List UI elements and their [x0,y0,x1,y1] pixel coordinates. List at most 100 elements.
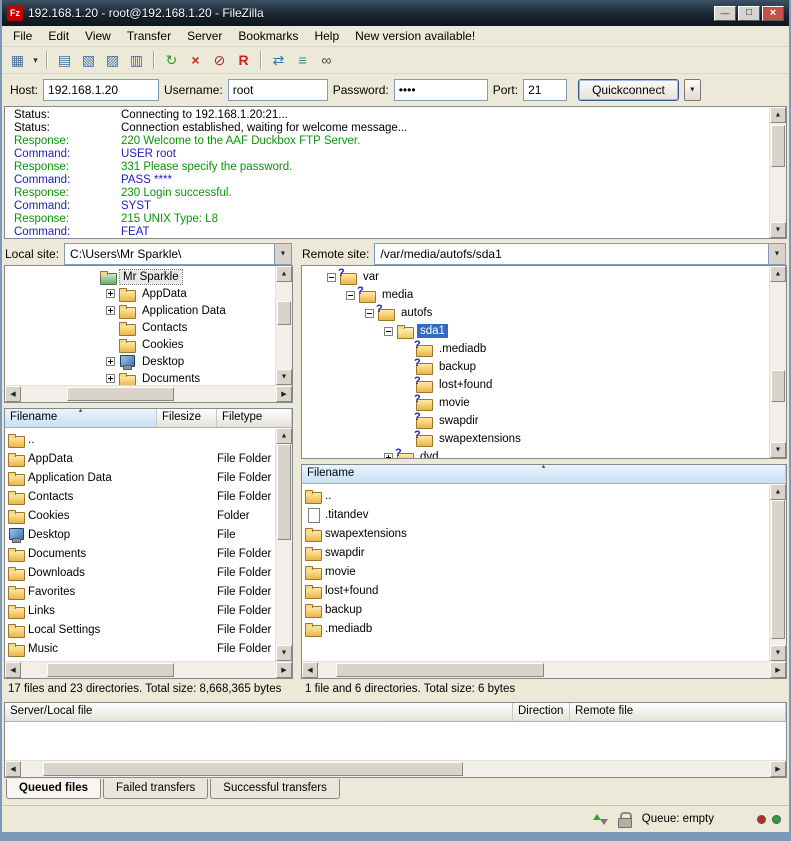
cancel-icon[interactable]: × [184,49,207,71]
minimize-button[interactable]: — [714,6,736,21]
tree-item[interactable]: Contacts [5,319,275,336]
scroll-down-icon[interactable] [770,645,786,661]
refresh-icon[interactable]: ↻ [160,49,183,71]
expand-toggle-icon[interactable] [106,289,115,298]
scroll-thumb[interactable] [47,663,175,677]
tree-item[interactable]: var [302,268,769,286]
menu-item[interactable]: Edit [40,27,77,45]
file-row[interactable]: Local Settings File Folder [5,620,275,639]
titlebar[interactable]: Fz 192.168.1.20 - root@192.168.1.20 - Fi… [2,0,789,26]
column-header-remote-file[interactable]: Remote file [570,703,786,721]
file-row[interactable]: swapextensions [302,524,769,543]
tree-item[interactable]: Desktop [5,353,275,370]
scroll-thumb[interactable] [771,125,785,167]
toggle-message-log-icon[interactable]: ▤ [53,49,76,71]
synchronized-browsing-icon[interactable]: ≡ [291,49,314,71]
scroll-left-icon[interactable] [5,662,21,678]
scroll-up-icon[interactable] [770,266,786,282]
disconnect-icon[interactable]: ⊘ [208,49,231,71]
combo-dropdown-icon[interactable] [274,244,291,264]
combo-dropdown-icon[interactable] [768,244,785,264]
tree-item[interactable]: backup [302,358,769,376]
file-row[interactable]: Documents File Folder [5,544,275,563]
remote-site-combobox[interactable]: /var/media/autofs/sda1 [374,243,786,265]
queue-tab[interactable]: Queued files [6,779,101,799]
site-manager-icon[interactable]: ▦ [6,49,29,71]
toggle-local-tree-icon[interactable]: ▧ [77,49,100,71]
scroll-up-icon[interactable] [276,266,292,282]
file-row[interactable]: .mediadb [302,619,769,638]
queue-tab[interactable]: Failed transfers [103,779,208,799]
column-header-filename[interactable]: Filename [5,409,157,427]
file-row[interactable]: .titandev [302,505,769,524]
scroll-track[interactable] [21,761,770,777]
remote-list-vscrollbar[interactable] [769,484,786,661]
file-row[interactable]: AppData File Folder [5,449,275,468]
host-input[interactable] [43,79,159,101]
scroll-right-icon[interactable] [276,386,292,402]
reconnect-icon[interactable]: R [232,49,255,71]
file-row[interactable]: backup [302,600,769,619]
menu-item[interactable]: Bookmarks [230,27,306,45]
file-row[interactable]: .. [302,486,769,505]
scroll-track[interactable] [770,282,786,442]
local-site-combobox[interactable]: C:\Users\Mr Sparkle\ [64,243,292,265]
tree-item[interactable]: Mr Sparkle [5,268,275,285]
file-row[interactable]: Application Data File Folder [5,468,275,487]
local-list-vscrollbar[interactable] [275,428,292,661]
maximize-button[interactable]: □ [738,6,760,21]
column-header-server-local-file[interactable]: Server/Local file [5,703,513,721]
port-input[interactable] [523,79,567,101]
toolbar-separator[interactable] [260,51,262,69]
file-row[interactable]: Downloads File Folder [5,563,275,582]
scroll-thumb[interactable] [277,444,291,540]
toolbar-separator[interactable] [46,51,48,69]
scroll-track[interactable] [21,386,276,402]
tree-item[interactable]: autofs [302,304,769,322]
scroll-track[interactable] [276,444,292,645]
expand-toggle-icon[interactable] [365,309,374,318]
tree-item[interactable]: AppData [5,285,275,302]
column-header-filetype[interactable]: Filetype [217,409,292,427]
scroll-down-icon[interactable] [770,222,786,238]
tree-item[interactable]: movie [302,394,769,412]
scroll-right-icon[interactable] [770,761,786,777]
scroll-up-icon[interactable] [770,107,786,123]
scroll-track[interactable] [318,662,770,678]
column-header-filename[interactable]: Filename [302,465,786,483]
tree-item[interactable]: dvd [302,448,769,458]
scroll-up-icon[interactable] [276,428,292,444]
scroll-down-icon[interactable] [276,369,292,385]
scroll-track[interactable] [21,662,276,678]
scroll-thumb[interactable] [336,663,544,677]
file-row[interactable]: .. [5,430,275,449]
tree-item[interactable]: sda1 [302,322,769,340]
expand-toggle-icon[interactable] [106,357,115,366]
file-row[interactable]: Links File Folder [5,601,275,620]
file-row[interactable]: Cookies Folder [5,506,275,525]
menu-item[interactable]: Help [306,27,347,45]
username-input[interactable] [228,79,328,101]
expand-toggle-icon[interactable] [384,327,393,336]
toggle-queue-icon[interactable]: ▥ [125,49,148,71]
file-row[interactable]: Favorites File Folder [5,582,275,601]
expand-toggle-icon[interactable] [106,306,115,315]
expand-toggle-icon[interactable] [384,453,393,459]
toggle-remote-tree-icon[interactable]: ▨ [101,49,124,71]
toolbar-separator[interactable] [153,51,155,69]
expand-toggle-icon[interactable] [327,273,336,282]
column-header-direction[interactable]: Direction [513,703,570,721]
remote-tree-vscrollbar[interactable] [769,266,786,458]
site-manager-dropdown-icon[interactable]: ▾ [30,49,41,71]
scroll-down-icon[interactable] [770,442,786,458]
scroll-down-icon[interactable] [276,645,292,661]
menu-item[interactable]: Transfer [119,27,179,45]
tree-item[interactable]: media [302,286,769,304]
log-vscrollbar[interactable] [769,107,786,238]
file-row[interactable]: lost+found [302,581,769,600]
queue-hscrollbar[interactable] [5,760,786,777]
file-row[interactable]: Contacts File Folder [5,487,275,506]
scroll-thumb[interactable] [771,500,785,639]
directory-comparison-icon[interactable]: ⇄ [267,49,290,71]
password-input[interactable] [394,79,488,101]
